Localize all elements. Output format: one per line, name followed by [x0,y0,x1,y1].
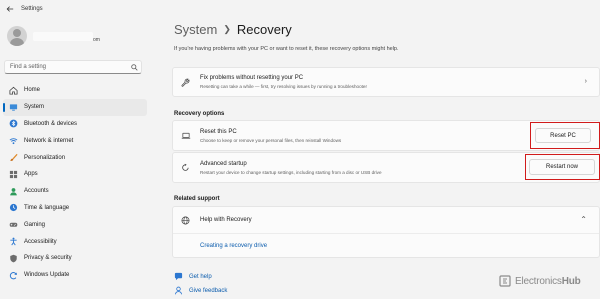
bluetooth-icon [3,119,23,128]
monitor-icon [3,103,23,112]
chevron-right-icon: ❯ [223,24,231,34]
intro-text: If you're having problems with your PC o… [174,46,399,52]
sidebar-item-bluetooth[interactable]: Bluetooth & devices [3,116,147,133]
chevron-right-icon: › [584,78,587,85]
advanced-startup-subtitle: Restart your device to change startup se… [200,170,382,175]
globe-clock-icon [3,203,23,212]
home-icon [3,86,23,95]
sidebar-item-apps[interactable]: Apps [3,166,147,183]
sidebar-item-home[interactable]: Home [3,82,147,99]
sidebar-item-gaming[interactable]: Gaming [3,216,147,233]
give-feedback-link[interactable]: Give feedback [189,288,227,294]
avatar [7,26,27,46]
sidebar-nav: Home System Bluetooth & devices Network … [3,82,147,284]
watermark-logo: ElectronicsHub [499,275,581,287]
breadcrumb: System ❯ Recovery [174,22,292,37]
watermark-text: ElectronicsHub [515,276,581,287]
electronics-hub-logo-icon [499,275,511,287]
shield-icon [3,254,23,263]
reset-pc-title: Reset this PC [200,129,237,135]
search-placeholder: Find a setting [10,64,47,70]
fix-problems-subtitle: Resetting can take a while — first, try … [200,84,367,89]
related-support-heading: Related support [174,196,220,202]
sidebar-item-label: Apps [24,171,38,178]
profile-email-suffix: om [93,37,100,43]
page-title: Recovery [236,22,292,37]
sidebar-item-system[interactable]: System [3,98,147,116]
sidebar-item-windows-update[interactable]: Windows Update [3,267,147,284]
sidebar-item-label: Time & language [24,204,70,211]
watermark-brand-bold: Hub [561,275,581,287]
wifi-icon [3,136,23,145]
sidebar-item-network[interactable]: Network & internet [3,132,147,149]
laptop-reset-icon [181,131,191,140]
sidebar-item-label: Accounts [24,188,49,195]
sidebar-item-privacy[interactable]: Privacy & security [3,250,147,267]
sidebar-item-label: Accessibility [24,238,57,245]
back-button[interactable] [3,2,17,16]
user-profile[interactable]: om [7,26,100,46]
sidebar-item-label: Home [24,87,41,94]
sidebar-item-label: Network & internet [24,137,74,144]
watermark-brand-light: Electronics [515,275,562,287]
help-with-recovery-header[interactable]: Help with Recovery ⌃ [173,207,599,234]
sidebar-item-label: Windows Update [24,272,70,279]
sidebar-item-label: Bluetooth & devices [24,120,78,127]
help-with-recovery-title: Help with Recovery [200,217,252,223]
profile-name-redacted [33,31,93,41]
recovery-options-heading: Recovery options [174,111,225,117]
brush-icon [3,153,23,162]
globe-icon [181,216,190,225]
sidebar-item-accessibility[interactable]: Accessibility [3,233,147,250]
sidebar: om Find a setting Home System Bluetooth … [0,18,148,299]
sidebar-item-label: System [24,104,45,111]
sidebar-item-personalization[interactable]: Personalization [3,149,147,166]
sidebar-item-time-language[interactable]: Time & language [3,200,147,217]
person-icon [3,187,23,196]
accessibility-icon [3,237,23,246]
sidebar-item-label: Gaming [24,221,46,228]
search-input[interactable]: Find a setting [4,60,142,74]
apps-icon [3,170,23,179]
search-icon[interactable] [127,63,141,71]
breadcrumb-parent[interactable]: System [174,22,217,37]
give-feedback-row[interactable]: Give feedback [174,286,227,295]
feedback-icon [174,286,183,295]
creating-recovery-drive-link[interactable]: Creating a recovery drive [200,243,267,249]
get-help-row[interactable]: Get help [174,272,212,281]
app-title: Settings [21,6,43,12]
sidebar-item-accounts[interactable]: Accounts [3,183,147,200]
restart-now-button[interactable]: Restart now [529,159,595,175]
wrench-icon [181,78,190,87]
refresh-icon [3,271,23,280]
arrow-left-icon [6,6,14,12]
get-help-link[interactable]: Get help [189,274,212,280]
reset-pc-button[interactable]: Reset PC [535,128,591,143]
sidebar-item-label: Personalization [24,154,66,161]
main-content: System ❯ Recovery If you're having probl… [148,0,600,299]
help-with-recovery-card: Help with Recovery ⌃ Creating a recovery… [172,206,600,258]
reset-pc-subtitle: Choose to keep or remove your personal f… [200,138,342,143]
help-bubble-icon [174,272,183,281]
restart-icon [181,163,190,172]
sidebar-item-label: Privacy & security [24,255,72,262]
fix-problems-title: Fix problems without resetting your PC [200,75,304,81]
gamepad-icon [3,220,23,229]
chevron-up-icon[interactable]: ⌃ [580,215,587,224]
advanced-startup-title: Advanced startup [200,161,247,167]
fix-problems-card[interactable]: Fix problems without resetting your PC R… [172,67,600,97]
